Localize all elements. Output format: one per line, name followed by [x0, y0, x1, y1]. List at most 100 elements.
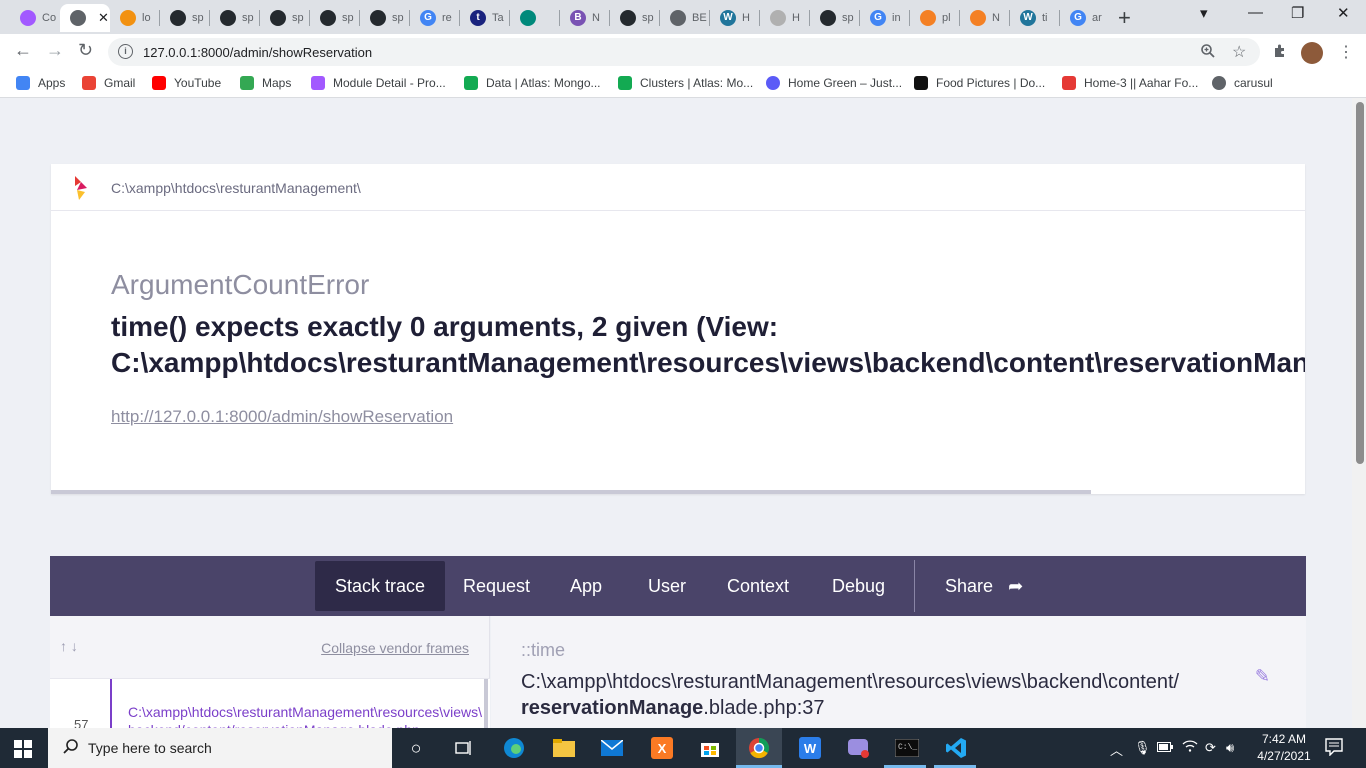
browser-tab[interactable]: WH — [710, 4, 758, 32]
wps-icon[interactable]: W — [796, 734, 824, 762]
browser-tab[interactable]: sp — [360, 4, 408, 32]
forward-button[interactable]: → — [46, 40, 64, 61]
browser-tab[interactable]: BE — [660, 4, 708, 32]
cortana-icon[interactable]: ○ — [402, 734, 430, 762]
tab-user[interactable]: User — [628, 561, 706, 611]
browser-tab[interactable]: Co — [10, 4, 58, 32]
volume-icon[interactable]: 🔊︎ — [1226, 740, 1234, 756]
github-icon — [170, 10, 186, 26]
browser-tab[interactable]: t Ta — [460, 4, 508, 32]
tab-app[interactable]: App — [550, 561, 622, 611]
browser-tab[interactable]: BN — [560, 4, 608, 32]
system-clock[interactable]: 7:42 AM 4/27/2021 — [1252, 731, 1316, 765]
tab-separator — [1059, 10, 1060, 26]
browser-tab[interactable]: sp — [260, 4, 308, 32]
page-scrollbar-thumb[interactable] — [1356, 102, 1364, 464]
bookmark-item[interactable]: Home Green – Just... — [766, 76, 902, 90]
browser-tab[interactable]: lo — [110, 4, 158, 32]
notifications-icon[interactable] — [1325, 738, 1343, 759]
frame-function: ::time — [521, 640, 566, 660]
bookmark-item[interactable]: Module Detail - Pro... — [311, 76, 446, 90]
tab-context[interactable]: Context — [707, 561, 809, 611]
windows-start-icon[interactable] — [14, 740, 32, 763]
tray-overflow-chevron-icon[interactable]: ︿ — [1110, 740, 1123, 759]
sync-icon[interactable]: ⟳ — [1205, 740, 1216, 756]
menu-kebab-icon[interactable]: ⋮ — [1338, 42, 1354, 62]
file-explorer-icon[interactable] — [550, 734, 578, 762]
bookmark-item[interactable]: Data | Atlas: Mongo... — [464, 76, 601, 90]
task-view-icon[interactable] — [450, 734, 478, 762]
tab-stack-trace[interactable]: Stack trace — [315, 561, 446, 611]
mail-icon[interactable] — [598, 734, 626, 762]
browser-tab[interactable]: pl — [910, 4, 958, 32]
wifi-icon[interactable] — [1182, 740, 1198, 755]
collapse-vendor-frames-link[interactable]: Collapse vendor frames — [321, 640, 469, 656]
bookmark-item[interactable]: Home-3 || Aahar Fo... — [1062, 76, 1198, 90]
share-button[interactable]: Share ➦ — [925, 561, 1043, 611]
edge-icon[interactable] — [500, 734, 528, 762]
tab-request[interactable]: Request — [443, 561, 550, 611]
module-icon — [311, 76, 325, 90]
store-icon[interactable] — [696, 734, 724, 762]
tab-separator — [209, 10, 210, 26]
bookmark-item[interactable]: YouTube — [152, 76, 221, 90]
browser-tab[interactable]: sp — [160, 4, 208, 32]
tab-title: N — [992, 12, 1000, 24]
page-scrollbar[interactable] — [1352, 98, 1366, 728]
bookmark-star-icon[interactable]: ☆ — [1232, 42, 1246, 62]
address-bar[interactable]: i 127.0.0.1:8000/admin/showReservation ☆ — [108, 38, 1260, 66]
bookmark-item[interactable]: Maps — [240, 76, 291, 90]
extensions-puzzle-icon[interactable] — [1272, 43, 1288, 62]
tab-search-dropdown-icon[interactable]: ▾ — [1200, 4, 1208, 22]
profile-avatar[interactable] — [1301, 42, 1323, 64]
bookmark-item[interactable]: Apps — [16, 76, 65, 90]
exception-horizontal-scrollbar[interactable] — [51, 490, 1091, 494]
frames-scrollbar[interactable] — [484, 679, 488, 729]
bookmark-item[interactable]: Food Pictures | Do... — [914, 76, 1045, 90]
browser-tab[interactable]: Gin — [860, 4, 908, 32]
tab-title: ti — [1042, 12, 1048, 24]
minimize-button[interactable]: — — [1248, 4, 1263, 21]
battery-icon[interactable] — [1157, 740, 1173, 755]
xampp-icon[interactable]: X — [648, 734, 676, 762]
close-window-button[interactable]: ✕ — [1337, 4, 1350, 22]
tab-debug[interactable]: Debug — [812, 561, 905, 611]
reload-button[interactable]: ↻ — [78, 40, 93, 61]
browser-tab[interactable]: Gre — [410, 4, 458, 32]
terminal-icon[interactable]: C:\_ — [893, 734, 921, 762]
browser-tab[interactable]: Gar — [1060, 4, 1108, 32]
browser-tab[interactable]: N — [960, 4, 1008, 32]
tab-title: N — [592, 12, 600, 24]
zoom-icon[interactable] — [1200, 43, 1216, 62]
browser-tab[interactable]: sp — [610, 4, 658, 32]
browser-tab[interactable]: sp — [310, 4, 358, 32]
request-url-link[interactable]: http://127.0.0.1:8000/admin/showReservat… — [111, 407, 453, 427]
browser-tab[interactable] — [510, 4, 558, 32]
tab-separator — [859, 10, 860, 26]
site-info-icon[interactable]: i — [118, 44, 133, 59]
browser-tab[interactable]: sp — [210, 4, 258, 32]
microphone-icon[interactable]: 🎙 — [1134, 740, 1151, 756]
taskbar-search-placeholder: Type here to search — [88, 740, 212, 756]
new-tab-button[interactable]: + — [1118, 5, 1131, 31]
tab-separator — [309, 10, 310, 26]
vscode-icon[interactable] — [942, 734, 970, 762]
restore-button[interactable]: ❐ — [1291, 4, 1304, 22]
stack-frame-item[interactable]: 57 C:\xampp\htdocs\resturantManagement\r… — [50, 678, 490, 738]
browser-tab[interactable]: H — [760, 4, 808, 32]
browser-tab[interactable]: sp — [810, 4, 858, 32]
browser-tab[interactable]: ✕ — [60, 4, 110, 32]
chrome-icon[interactable] — [745, 734, 773, 762]
taskbar-search-box[interactable]: Type here to search — [48, 728, 392, 768]
bookmark-item[interactable]: Gmail — [82, 76, 135, 90]
discord-app-icon[interactable] — [845, 734, 873, 762]
browser-tab[interactable]: Wti — [1010, 4, 1058, 32]
github-icon — [270, 10, 286, 26]
bookmark-item[interactable]: carusul — [1212, 76, 1273, 90]
back-button[interactable]: ← — [14, 40, 32, 61]
tab-close-icon[interactable]: ✕ — [98, 10, 109, 26]
frame-navigation-arrows-icon[interactable]: ↑ ↓ — [60, 638, 78, 654]
bookmark-item[interactable]: Clusters | Atlas: Mo... — [618, 76, 753, 90]
edit-pencil-icon[interactable]: ✎ — [1255, 666, 1270, 687]
address-url[interactable]: 127.0.0.1:8000/admin/showReservation — [143, 45, 372, 60]
